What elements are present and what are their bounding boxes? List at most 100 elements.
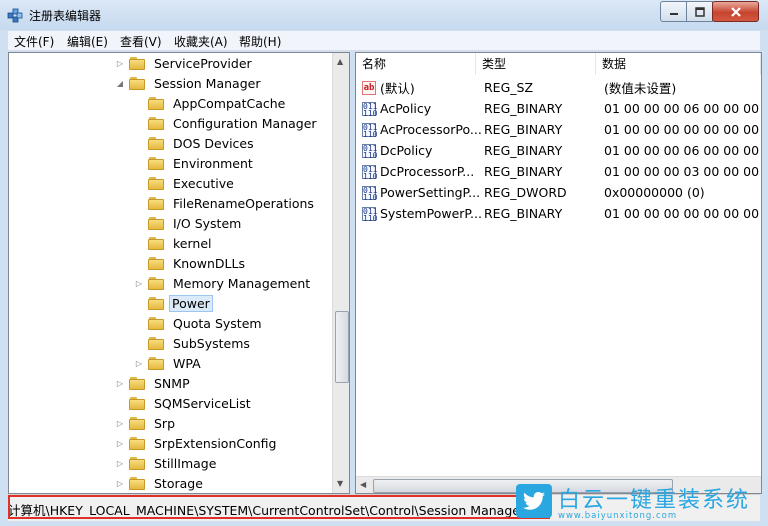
tree-item[interactable]: Executive <box>134 173 238 193</box>
folder-icon <box>148 356 164 370</box>
close-button[interactable] <box>712 1 759 22</box>
binary-value-icon: 011 110 <box>362 185 378 202</box>
value-row[interactable]: 011 110 SystemPowerP... REG_BINARY 01 00 00… <box>356 203 761 224</box>
folder-icon <box>148 216 164 230</box>
string-value-icon: ab <box>362 80 376 95</box>
tree-item-label: Srp <box>154 415 176 431</box>
folder-icon <box>148 256 164 270</box>
title-bar[interactable]: 注册表编辑器 <box>0 0 768 30</box>
value-data: 01 00 00 00 00 00 00 00 00 <box>604 206 762 221</box>
expand-toggle-icon[interactable]: ▷ <box>115 418 125 428</box>
tree-item[interactable]: Environment <box>134 153 257 173</box>
menu-view[interactable]: 查看(V) <box>120 33 162 50</box>
value-row[interactable]: ab (默认) REG_SZ (数值未设置) <box>356 77 761 98</box>
tree-item[interactable]: KnownDLLs <box>134 253 249 273</box>
maximize-icon <box>694 6 705 17</box>
tree-item[interactable]: ▷ StillImage <box>115 453 220 473</box>
tree-item[interactable]: AppCompatCache <box>134 93 289 113</box>
folder-icon <box>148 236 164 250</box>
tree-item[interactable]: DOS Devices <box>134 133 258 153</box>
menu-favorites[interactable]: 收藏夹(A) <box>174 33 228 50</box>
folder-icon <box>148 116 164 130</box>
value-type: REG_BINARY <box>484 101 563 116</box>
tree-item[interactable]: Power <box>134 293 213 313</box>
values-pane[interactable]: 名称 类型 数据 ab (默认) REG_SZ (数值未设置) 011 110 AcPol… <box>355 52 762 494</box>
value-row[interactable]: 011 110 AcPolicy REG_BINARY 01 00 00 00 06 … <box>356 98 761 119</box>
binary-value-icon: 011 110 <box>362 206 378 223</box>
tree-item[interactable]: ◢ Session Manager <box>115 73 264 93</box>
value-row[interactable]: 011 110 AcProcessorPo... REG_BINARY 01 00 0… <box>356 119 761 140</box>
registry-editor-icon <box>7 8 23 23</box>
expand-toggle-icon[interactable]: ▷ <box>115 458 125 468</box>
tree-item[interactable]: ▷ Srp <box>115 413 179 433</box>
scroll-up-icon[interactable]: ▲ <box>337 57 343 66</box>
expand-toggle-icon[interactable]: ▷ <box>134 358 144 368</box>
expand-toggle-icon[interactable]: ▷ <box>115 478 125 488</box>
folder-icon <box>148 296 164 310</box>
value-name: AcProcessorPo... <box>380 122 482 137</box>
value-row[interactable]: 011 110 PowerSettingP... REG_DWORD 0x000000… <box>356 182 761 203</box>
column-header-name[interactable]: 名称 <box>356 53 476 75</box>
expand-toggle-icon[interactable]: ▷ <box>115 438 125 448</box>
tree-item[interactable]: SQMServiceList <box>115 393 255 413</box>
maximize-button[interactable] <box>686 1 713 22</box>
minimize-icon <box>669 12 678 15</box>
tree-vertical-scrollbar[interactable]: ▲ ▼ <box>332 53 349 493</box>
scroll-down-icon[interactable]: ▼ <box>337 479 343 488</box>
tree-item[interactable]: ▷ Memory Management <box>134 273 314 293</box>
folder-icon <box>129 476 145 490</box>
column-header-data[interactable]: 数据 <box>596 53 761 75</box>
tree-item[interactable]: ▷ SrpExtensionConfig <box>115 433 280 453</box>
tree-item-label: I/O System <box>173 215 242 231</box>
value-data: (数值未设置) <box>604 81 677 96</box>
value-type: REG_BINARY <box>484 164 563 179</box>
column-header-type[interactable]: 类型 <box>476 53 596 75</box>
tree-item[interactable]: kernel <box>134 233 216 253</box>
value-type: REG_SZ <box>484 80 534 95</box>
tree-item-label: SubSystems <box>173 335 250 351</box>
value-name: PowerSettingP... <box>380 185 481 200</box>
key-tree-pane[interactable]: ▷ ServiceProvider ◢ Session Manager AppCompa… <box>8 52 350 494</box>
tree-item-label: Environment <box>173 155 253 171</box>
tree-item[interactable]: Quota System <box>134 313 266 333</box>
tree-item[interactable]: FileRenameOperations <box>134 193 318 213</box>
value-name: DcProcessorP... <box>380 164 475 179</box>
value-type: REG_BINARY <box>484 122 563 137</box>
tree-item-label: WPA <box>173 355 201 371</box>
folder-icon <box>148 336 164 350</box>
menu-edit[interactable]: 编辑(E) <box>67 33 108 50</box>
tree-scroll-thumb[interactable] <box>335 311 349 383</box>
tree-item-label: Configuration Manager <box>173 115 317 131</box>
menu-help[interactable]: 帮助(H) <box>239 33 281 50</box>
tree-item[interactable]: I/O System <box>134 213 245 233</box>
folder-icon <box>129 456 145 470</box>
expand-toggle-icon[interactable]: ◢ <box>115 78 125 88</box>
value-row[interactable]: 011 110 DcProcessorP... REG_BINARY 01 00 00… <box>356 161 761 182</box>
tree-item[interactable]: Configuration Manager <box>134 113 321 133</box>
value-row[interactable]: 011 110 DcPolicy REG_BINARY 01 00 00 00 06 … <box>356 140 761 161</box>
tree-item[interactable]: ▷ Storage <box>115 473 207 493</box>
tree-item-label: DOS Devices <box>173 135 254 151</box>
menu-file[interactable]: 文件(F) <box>14 33 54 50</box>
tree-item-label: Session Manager <box>154 75 261 91</box>
tree-item[interactable]: ▷ WPA <box>134 353 205 373</box>
tree-item[interactable]: ▷ ServiceProvider <box>115 53 256 73</box>
minimize-button[interactable] <box>660 1 687 22</box>
expand-toggle-icon[interactable]: ▷ <box>115 58 125 68</box>
tree-item-label: KnownDLLs <box>173 255 245 271</box>
scroll-left-icon[interactable]: ◀ <box>360 480 366 489</box>
tree-item[interactable]: SubSystems <box>134 333 254 353</box>
value-name: DcPolicy <box>380 143 433 158</box>
folder-icon <box>148 136 164 150</box>
expand-toggle-icon[interactable]: ▷ <box>134 278 144 288</box>
binary-value-icon: 011 110 <box>362 122 378 139</box>
tree-item-label: AppCompatCache <box>173 95 286 111</box>
value-data: 01 00 00 00 00 00 00 00 00 <box>604 122 762 137</box>
highlight-box <box>8 495 550 519</box>
expand-toggle-icon[interactable]: ▷ <box>115 378 125 388</box>
tree-item[interactable]: ▷ SNMP <box>115 373 194 393</box>
folder-icon <box>129 416 145 430</box>
